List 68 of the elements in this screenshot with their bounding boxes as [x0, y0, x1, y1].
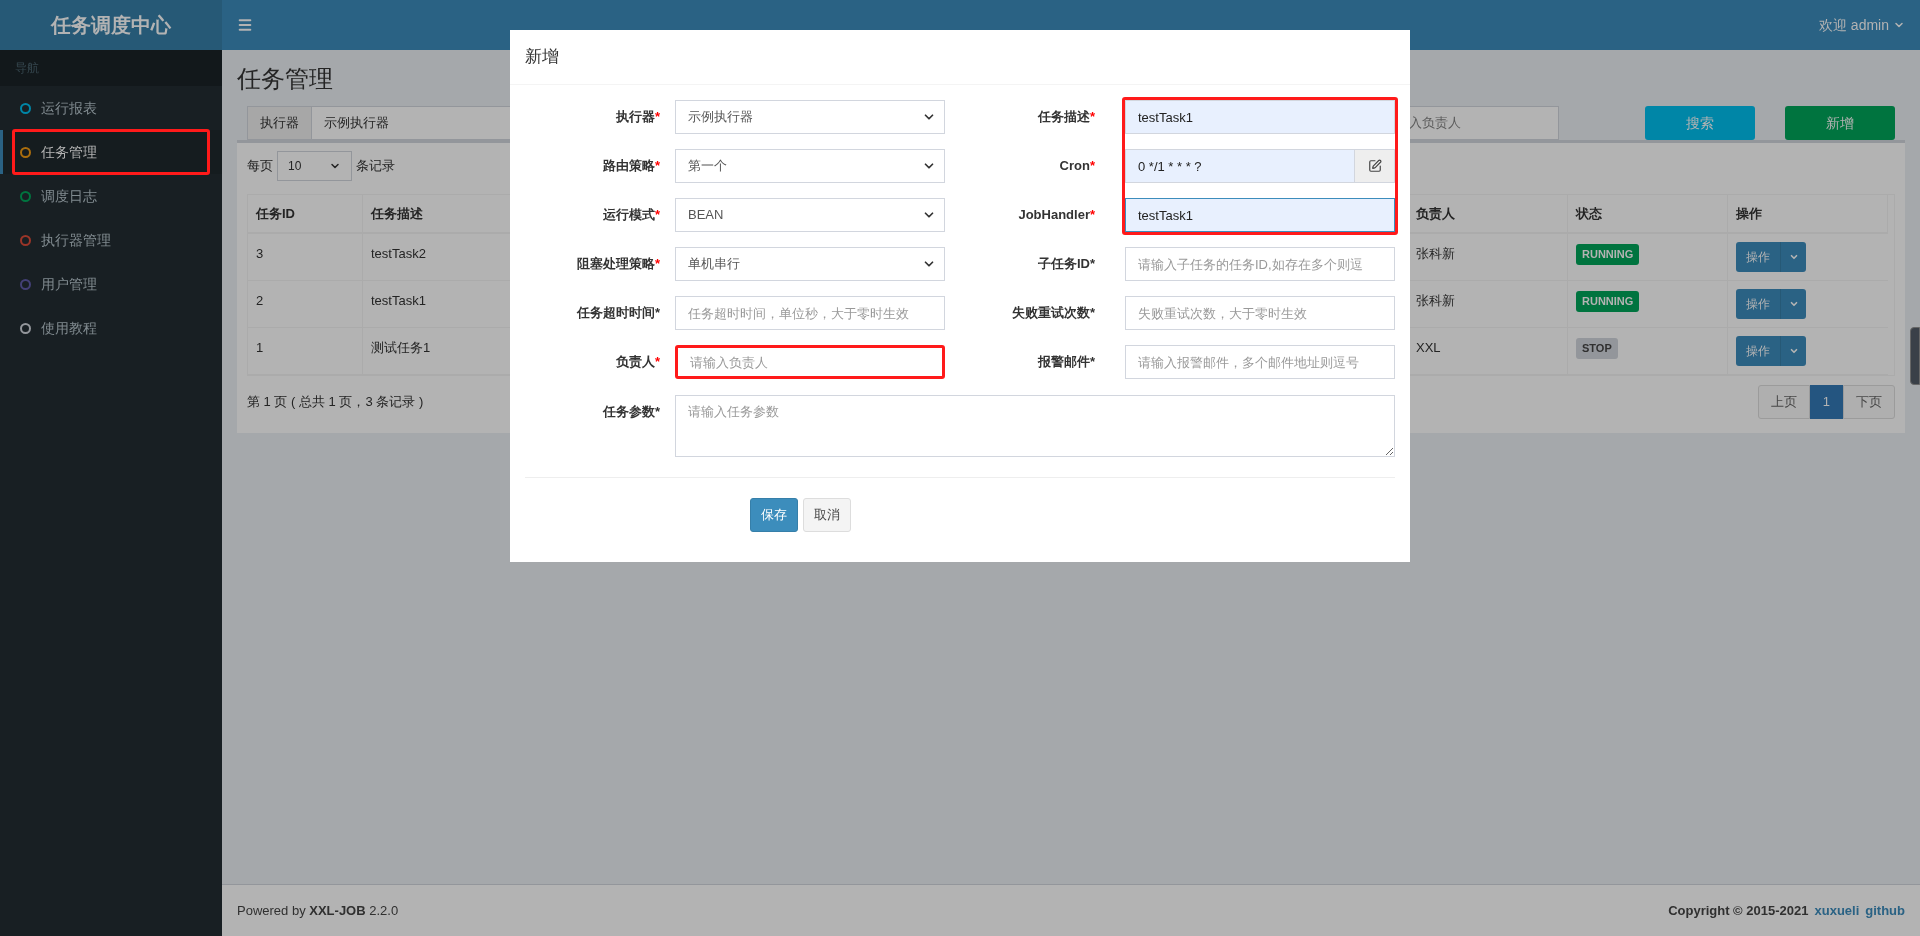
field-label: 阻塞处理策略* [575, 255, 661, 274]
edit-button[interactable] [1355, 149, 1395, 183]
pagination-button[interactable]: 1 [1809, 385, 1843, 419]
table-cell: 1 [248, 328, 363, 375]
status-badge: RUNNING [1576, 291, 1640, 312]
footer-link[interactable]: xuxueli [1814, 900, 1860, 921]
sidebar-item[interactable]: 运行报表 [0, 86, 222, 130]
input-field[interactable]: testTask1 [1125, 100, 1395, 134]
field-label: 子任务ID* [1036, 255, 1096, 274]
field-label: 任务描述* [1036, 108, 1096, 127]
page-title: 任务管理 [237, 65, 334, 92]
caret-icon [1788, 252, 1799, 262]
page-size-select[interactable]: 10 [277, 151, 352, 181]
dropdown-toggle[interactable] [1781, 289, 1806, 319]
field-label: 任务参数* [601, 403, 661, 422]
add-button[interactable]: 新增 [1785, 106, 1895, 140]
select-field[interactable]: 示例执行器 [675, 100, 945, 134]
action-button[interactable]: 操作 [1736, 289, 1781, 319]
select-field[interactable]: 单机串行 [675, 247, 945, 281]
field-label: 负责人* [614, 353, 661, 372]
page-summary: 第 1 页 ( 总共 1 页，3 条记录 ) [247, 393, 424, 412]
caret-icon [1788, 299, 1799, 309]
table-cell: 2 [248, 281, 363, 328]
pagination-button[interactable]: 上页 [1757, 385, 1810, 419]
user-menu[interactable]: 欢迎 admin [1818, 14, 1905, 36]
field-label: 运行模式* [601, 206, 661, 225]
status-badge: STOP [1576, 338, 1618, 359]
field-label: 任务超时时间* [575, 304, 661, 323]
field-label: 报警邮件* [1036, 353, 1096, 372]
executor-label: 执行器 [247, 106, 312, 140]
select-field[interactable]: BEAN [675, 198, 945, 232]
save-button[interactable]: 保存 [750, 498, 798, 532]
caret-icon [1788, 346, 1799, 356]
field-label: 失败重试次数* [1010, 304, 1096, 323]
action-button[interactable]: 操作 [1736, 336, 1781, 366]
sidebar-item[interactable]: 任务管理 [0, 130, 222, 174]
field-label: Cron* [1058, 157, 1096, 176]
dropdown-toggle[interactable] [1781, 336, 1806, 366]
input-field[interactable]: testTask1 [1125, 198, 1395, 232]
input-field[interactable]: 0 */1 * * * ? [1125, 149, 1355, 183]
sidebar-item[interactable]: 用户管理 [0, 262, 222, 306]
sidebar-item[interactable]: 调度日志 [0, 174, 222, 218]
field-label: 执行器* [614, 108, 661, 127]
dialog-title: 新增 [525, 46, 559, 69]
edit-icon [1367, 159, 1382, 173]
table-cell: 3 [248, 234, 363, 281]
column-header: 操作 [1728, 195, 1888, 234]
column-header: 任务ID [248, 195, 363, 234]
textarea-field[interactable]: 请输入任务参数 [675, 395, 1395, 457]
field-label: JobHandler* [1017, 206, 1096, 225]
side-handle[interactable] [1910, 327, 1920, 385]
menu-icon[interactable] [237, 17, 253, 33]
copyright-text: Copyright © 2015-2021 [1668, 901, 1809, 920]
status-badge: RUNNING [1576, 244, 1640, 265]
action-button[interactable]: 操作 [1736, 242, 1781, 272]
dropdown-toggle[interactable] [1781, 242, 1806, 272]
page-size-label: 每页 [247, 157, 273, 176]
footer-link[interactable]: github [1865, 900, 1905, 921]
field-label: 路由策略* [601, 157, 661, 176]
select-field[interactable]: 第一个 [675, 149, 945, 183]
sidebar-item[interactable]: 执行器管理 [0, 218, 222, 262]
column-header: 状态 [1568, 195, 1728, 234]
cancel-button[interactable]: 取消 [803, 498, 851, 532]
powered-by-text: Powered by XXL-JOB 2.2.0 [237, 901, 399, 920]
sidebar-item[interactable]: 使用教程 [0, 306, 222, 350]
page-size-label: 条记录 [356, 157, 395, 176]
input-field[interactable]: 请输入负责人 [675, 345, 945, 379]
pagination-button[interactable]: 下页 [1843, 385, 1895, 419]
